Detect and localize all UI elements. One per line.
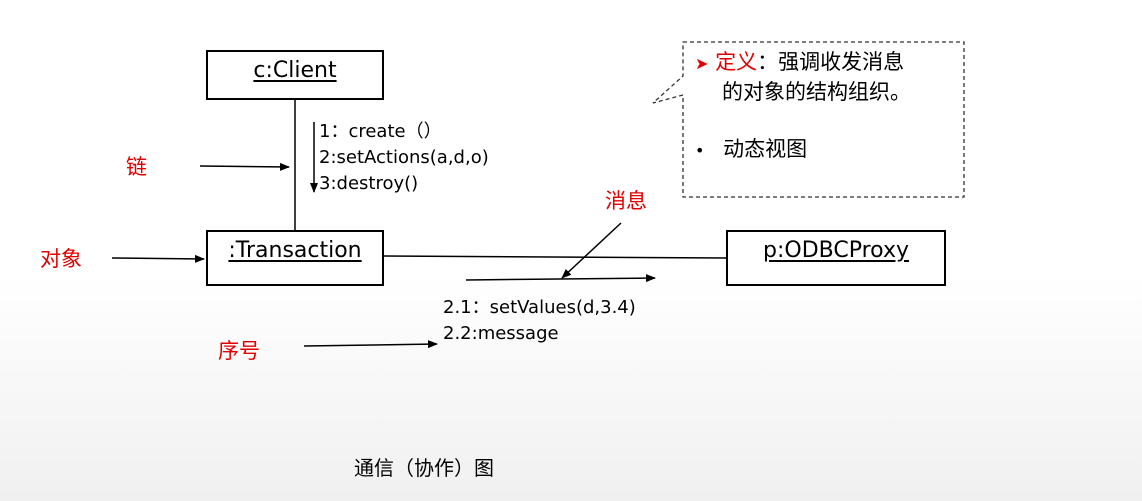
dot-bullet-icon: • (695, 141, 705, 160)
communication-diagram-slide: c:Client :Transaction p:ODBCProxy 1：crea… (0, 0, 1142, 501)
message-set-actions: 2:setActions(a,d,o) (319, 147, 489, 168)
note-dynamic-view-text: 动态视图 (723, 137, 808, 161)
object-client-label: c:Client (253, 58, 337, 83)
pointer-arrow-object (111, 254, 205, 263)
label-message: 消息 (605, 189, 647, 213)
pointer-arrow-sequence (303, 340, 438, 349)
message-message: 2.2:message (443, 323, 559, 344)
object-transaction-label: :Transaction (228, 238, 362, 263)
label-object: 对象 (40, 247, 82, 271)
note-definition-line2: 的对象的结构组织。 (722, 80, 911, 104)
note-dynamic-view: • 动态视图 (695, 135, 807, 165)
message-create: 1：create（） (319, 121, 442, 142)
object-client[interactable]: c:Client (206, 50, 384, 100)
object-proxy-label: p:ODBCProxy (763, 238, 909, 263)
message-arrow-right (465, 274, 656, 283)
diagram-connectors (111, 41, 965, 349)
arrow-bullet-icon: ➤ (695, 54, 709, 73)
diagram-caption: 通信（协作）图 (354, 456, 494, 480)
object-proxy[interactable]: p:ODBCProxy (726, 230, 946, 286)
note-definition: ➤ 定义：强调收发消息 的对象的结构组织。 (695, 48, 911, 107)
link-transaction-proxy (383, 255, 728, 259)
pointer-arrow-message (561, 222, 622, 279)
pointer-arrow-link (199, 162, 290, 171)
note-term: 定义 (715, 50, 758, 74)
note-definition-line1: ：强调收发消息 (757, 50, 905, 74)
message-set-values: 2.1：setValues(d,3.4) (443, 297, 636, 318)
messages-client-transaction: 1：create（） 2:setActions(a,d,o) 3:destroy… (319, 119, 489, 197)
message-destroy: 3:destroy() (319, 173, 419, 194)
object-transaction[interactable]: :Transaction (206, 230, 384, 286)
messages-transaction-proxy: 2.1：setValues(d,3.4) 2.2:message (443, 295, 636, 347)
label-link: 链 (126, 155, 147, 179)
label-sequence: 序号 (218, 339, 260, 363)
